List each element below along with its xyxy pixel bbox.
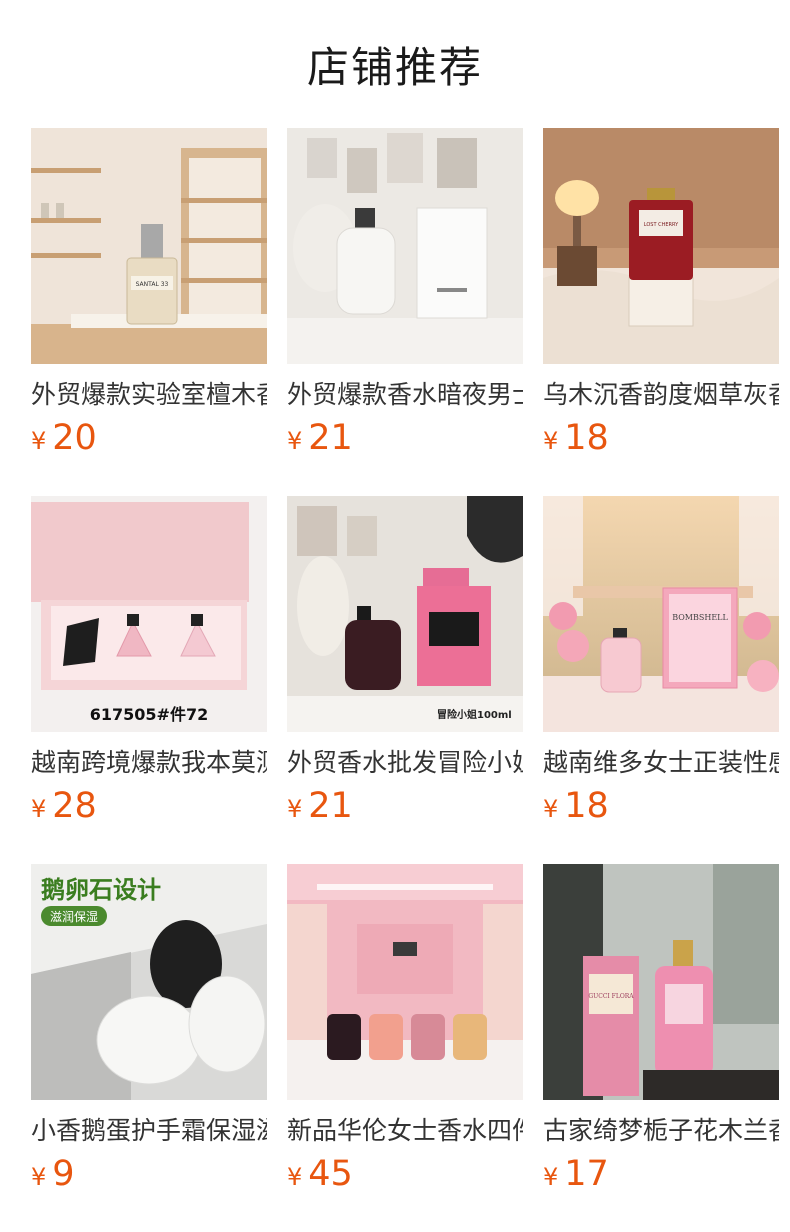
price-value: 18 [564, 418, 609, 458]
product-grid: SANTAL 33 外贸爆款实验室檀木香水 ¥20 外贸爆款香水暗夜男士 ¥2 [31, 128, 779, 1194]
currency-symbol: ¥ [287, 427, 303, 455]
product-image-label: 鹅卵石设计 [41, 876, 161, 904]
product-name[interactable]: 古家绮梦栀子花木兰香水 [543, 1114, 779, 1148]
currency-symbol: ¥ [543, 427, 559, 455]
product-name[interactable]: 外贸爆款实验室檀木香水 [31, 378, 267, 412]
product-image[interactable]: LOST CHERRY [543, 128, 779, 364]
currency-symbol: ¥ [543, 795, 559, 823]
product-price: ¥21 [287, 784, 353, 834]
product-image[interactable]: GUCCI FLORA [543, 864, 779, 1100]
product-image[interactable]: SANTAL 33 [31, 128, 267, 364]
product-card[interactable]: 鹅卵石设计 滋润保湿 小香鹅蛋护手霜保湿滋润 ¥9 [31, 864, 267, 1194]
price-value: 20 [52, 418, 97, 458]
product-image-label: BOMBSHELL [672, 613, 728, 622]
price-value: 21 [308, 418, 353, 458]
product-name[interactable]: 越南维多女士正装性感 [543, 746, 779, 780]
product-image[interactable]: BOMBSHELL [543, 496, 779, 732]
currency-symbol: ¥ [287, 1163, 303, 1191]
product-price: ¥18 [543, 784, 609, 834]
product-image-badge: 滋润保湿 [50, 909, 98, 924]
product-image-label: LOST CHERRY [644, 222, 679, 228]
product-name[interactable]: 小香鹅蛋护手霜保湿滋润 [31, 1114, 267, 1148]
product-card[interactable]: GUCCI FLORA 古家绮梦栀子花木兰香水 ¥17 [543, 864, 779, 1194]
product-price: ¥28 [31, 784, 97, 834]
product-name[interactable]: 乌木沉香韵度烟草灰香水 [543, 378, 779, 412]
product-card[interactable]: SANTAL 33 外贸爆款实验室檀木香水 ¥20 [31, 128, 267, 458]
currency-symbol: ¥ [31, 795, 47, 823]
currency-symbol: ¥ [31, 1163, 47, 1191]
product-card[interactable]: 新品华伦女士香水四件套 ¥45 [287, 864, 523, 1194]
product-image[interactable] [287, 864, 523, 1100]
product-name[interactable]: 越南跨境爆款我本莫测 [31, 746, 267, 780]
product-card[interactable]: BOMBSHELL 越南维多女士正装性感 ¥18 [543, 496, 779, 826]
product-price: ¥21 [287, 416, 353, 466]
product-name[interactable]: 新品华伦女士香水四件套 [287, 1114, 523, 1148]
product-card[interactable]: 外贸爆款香水暗夜男士 ¥21 [287, 128, 523, 458]
price-value: 18 [564, 786, 609, 826]
product-price: ¥9 [31, 1152, 75, 1202]
product-price: ¥20 [31, 416, 97, 466]
price-value: 45 [308, 1154, 353, 1194]
price-value: 17 [564, 1154, 609, 1194]
product-name[interactable]: 外贸香水批发冒险小姐 [287, 746, 523, 780]
product-image[interactable]: 617505#件72 [31, 496, 267, 732]
product-image-label: GUCCI FLORA [588, 993, 634, 1000]
product-card[interactable]: 冒险小姐100ml 外贸香水批发冒险小姐 ¥21 [287, 496, 523, 826]
product-image[interactable]: 鹅卵石设计 滋润保湿 [31, 864, 267, 1100]
product-image[interactable]: 冒险小姐100ml [287, 496, 523, 732]
price-value: 21 [308, 786, 353, 826]
product-price: ¥17 [543, 1152, 609, 1202]
product-price: ¥18 [543, 416, 609, 466]
product-card[interactable]: 617505#件72 越南跨境爆款我本莫测 ¥28 [31, 496, 267, 826]
product-name[interactable]: 外贸爆款香水暗夜男士 [287, 378, 523, 412]
price-value: 28 [52, 786, 97, 826]
product-price: ¥45 [287, 1152, 353, 1202]
currency-symbol: ¥ [543, 1163, 559, 1191]
price-value: 9 [52, 1154, 75, 1194]
currency-symbol: ¥ [287, 795, 303, 823]
product-image-label: 617505#件72 [90, 705, 208, 724]
product-image-label: SANTAL 33 [136, 281, 169, 288]
currency-symbol: ¥ [31, 427, 47, 455]
product-card[interactable]: LOST CHERRY 乌木沉香韵度烟草灰香水 ¥18 [543, 128, 779, 458]
product-image-label: 冒险小姐100ml [437, 708, 512, 721]
page-title: 店铺推荐 [306, 43, 483, 92]
product-image[interactable] [287, 128, 523, 364]
